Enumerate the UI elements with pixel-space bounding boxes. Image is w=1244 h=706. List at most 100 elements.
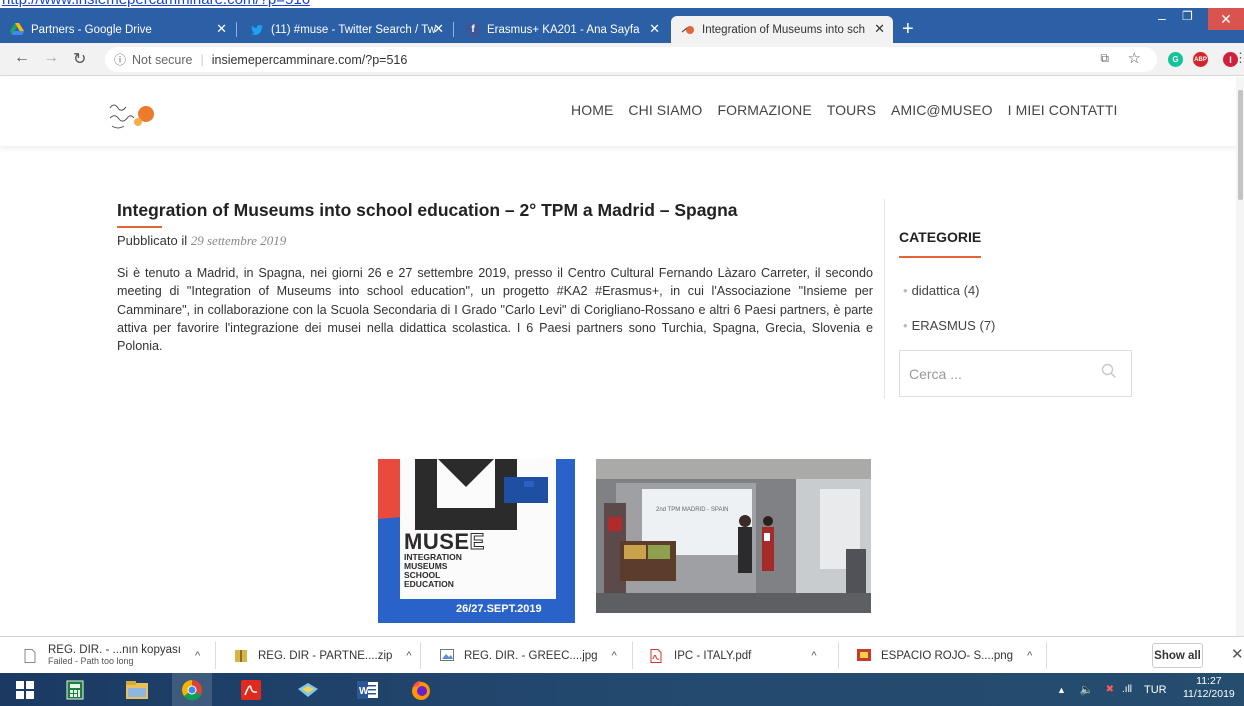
site-header: HOME CHI SIAMO FORMAZIONE TOURS AMIC@MUS… [0, 76, 1244, 146]
show-all-downloads-button[interactable]: Show all [1152, 643, 1203, 668]
chrome-icon[interactable] [172, 673, 212, 706]
nav-contatti[interactable]: I MIEI CONTATTI [1008, 102, 1118, 118]
post-meta: Pubblicato il 29 settembre 2019 [117, 233, 286, 249]
close-icon[interactable]: ✕ [216, 21, 227, 37]
back-button[interactable]: ← [14, 49, 30, 67]
nav-chi-siamo[interactable]: CHI SIAMO [628, 102, 702, 118]
menu-icon[interactable]: ⋮ [1234, 50, 1244, 66]
tray-expand-icon[interactable]: ▲ [1057, 685, 1066, 695]
slide-text: 2nd TPM MADRID - SPAIN [656, 507, 729, 513]
search-input[interactable]: Cerca ... [899, 350, 1132, 397]
meeting-photo[interactable]: 2nd TPM MADRID - SPAIN [596, 459, 871, 613]
google-drive-icon [10, 23, 24, 37]
sticky-notes-icon[interactable] [288, 673, 328, 706]
tab-title: Erasmus+ KA201 - Ana Sayfa [487, 23, 640, 36]
category-erasmus[interactable]: • ERASMUS (7) [903, 318, 995, 333]
restore-button[interactable]: ❐ [1182, 9, 1193, 23]
browser-toolbar: ← → ↻ ⓘ Not secure | insiemepercamminare… [0, 43, 1244, 76]
firefox-icon[interactable] [401, 673, 441, 706]
system-tray: ▲ 🔈 ✖ .ıll TUR [1057, 673, 1167, 706]
muse-poster-image[interactable]: MUSEE INTEGRATION MUSEUMS SCHOOL EDUCATI… [378, 459, 575, 623]
download-divider [215, 642, 216, 669]
tab-integration-of-museums[interactable]: Integration of Museums into sch ✕ [671, 16, 893, 43]
download-item-3[interactable]: REG. DIR. - GREEC....jpg ^ [440, 637, 617, 674]
volume-icon[interactable]: 🔈 [1080, 683, 1094, 696]
search-icon[interactable] [1101, 363, 1117, 384]
keyboard-language[interactable]: TUR [1144, 684, 1167, 696]
close-downloads-icon[interactable]: ✕ [1231, 645, 1244, 663]
post-title[interactable]: Integration of Museums into school educa… [117, 200, 738, 221]
categories-heading: CATEGORIE [899, 229, 982, 245]
security-status: Not secure [132, 52, 193, 67]
nav-formazione[interactable]: FORMAZIONE [717, 102, 811, 118]
nav-amic-museo[interactable]: AMIC@MUSEO [891, 102, 993, 118]
site-logo[interactable] [108, 98, 156, 132]
nav-tours[interactable]: TOURS [827, 102, 876, 118]
address-divider: | [200, 52, 204, 67]
close-icon[interactable]: ✕ [433, 21, 444, 37]
tab-title: Partners - Google Drive [31, 23, 152, 36]
category-name[interactable]: didattica [912, 283, 960, 298]
address-bar[interactable]: ⓘ Not secure | insiemepercamminare.com/?… [105, 47, 1157, 72]
close-icon[interactable]: ✕ [874, 21, 885, 37]
poster-brand: MUSE [404, 529, 470, 554]
facebook-icon: f [466, 22, 480, 37]
bookmark-star-icon[interactable]: ☆ [1128, 49, 1141, 67]
download-item-5[interactable]: ESPACIO ROJO- S....png ^ [857, 637, 1032, 674]
download-divider [632, 642, 633, 669]
main-navigation: HOME CHI SIAMO FORMAZIONE TOURS AMIC@MUS… [571, 102, 1132, 118]
poster-brand-suffix: E [469, 529, 485, 555]
forward-button[interactable]: → [43, 49, 59, 67]
category-name[interactable]: ERASMUS [912, 318, 976, 333]
category-count: (4) [963, 283, 980, 298]
signal-icon[interactable]: .ıll [1122, 684, 1132, 695]
clock-date: 11/12/2019 [1183, 688, 1235, 700]
translate-icon[interactable]: ⧉ [1100, 51, 1109, 66]
nav-home[interactable]: HOME [571, 102, 613, 118]
tab-title: (11) #muse - Twitter Search / Tw [271, 23, 436, 36]
address-url[interactable]: insiemepercamminare.com/?p=516 [212, 53, 408, 67]
window-close-button[interactable]: ✕ [1208, 8, 1244, 30]
svg-text:W: W [359, 686, 369, 697]
bullet-icon: • [903, 283, 908, 298]
chevron-up-icon[interactable]: ^ [195, 650, 200, 662]
chevron-up-icon[interactable]: ^ [811, 650, 816, 662]
download-divider [420, 642, 421, 669]
adblock-plus-icon[interactable]: ABP [1193, 52, 1208, 67]
published-date[interactable]: 29 settembre 2019 [191, 233, 287, 248]
file-explorer-icon[interactable] [117, 673, 157, 706]
word-icon[interactable]: W [348, 673, 388, 706]
taskbar-clock[interactable]: 11:27 11/12/2019 [1183, 675, 1235, 701]
post-body: Si è tenuto a Madrid, in Spagna, nei gio… [117, 266, 873, 354]
minimize-button[interactable]: – [1158, 10, 1166, 26]
category-didattica[interactable]: • didattica (4) [903, 283, 980, 298]
top-url-text[interactable]: http://www.insiemepercamminare.com/?p=51… [2, 0, 310, 8]
chevron-up-icon[interactable]: ^ [406, 650, 411, 662]
tab-twitter[interactable]: (11) #muse - Twitter Search / Tw ✕ [240, 16, 452, 43]
tab-title: Integration of Museums into sch [702, 23, 865, 36]
windows-taskbar: W ▲ 🔈 ✖ .ıll TUR 11:27 11/12/2019 [0, 673, 1244, 706]
tab-erasmus[interactable]: f Erasmus+ KA201 - Ana Sayfa ✕ [456, 16, 668, 43]
published-label: Pubblicato il [117, 233, 188, 248]
acrobat-icon[interactable] [231, 673, 271, 706]
info-icon[interactable]: ⓘ [114, 51, 126, 68]
site-favicon-icon [681, 23, 695, 37]
page-scrollbar-thumb[interactable] [1238, 90, 1243, 200]
download-item-1[interactable]: REG. DIR. - ...nın kopyası Failed - Path… [24, 637, 200, 674]
download-item-2[interactable]: REG. DIR - PARTNE....zip ^ [234, 637, 412, 674]
image-file-icon [440, 648, 454, 663]
bullet-icon: • [903, 318, 908, 333]
network-warning-icon[interactable]: ✖ [1106, 684, 1114, 695]
download-item-4[interactable]: IPC - ITALY.pdf ^ [650, 637, 817, 674]
close-icon[interactable]: ✕ [649, 21, 660, 37]
grammarly-icon[interactable]: G [1168, 52, 1183, 67]
tab-google-drive[interactable]: Partners - Google Drive ✕ [0, 16, 235, 43]
reload-button[interactable]: ↻ [73, 49, 86, 69]
category-count: (7) [979, 318, 996, 333]
calculator-icon[interactable] [55, 673, 95, 706]
chevron-up-icon[interactable]: ^ [612, 650, 617, 662]
new-tab-button[interactable]: + [902, 18, 914, 41]
windows-start-icon[interactable] [5, 673, 45, 706]
sidebar-divider [884, 199, 885, 399]
chevron-up-icon[interactable]: ^ [1027, 650, 1032, 662]
